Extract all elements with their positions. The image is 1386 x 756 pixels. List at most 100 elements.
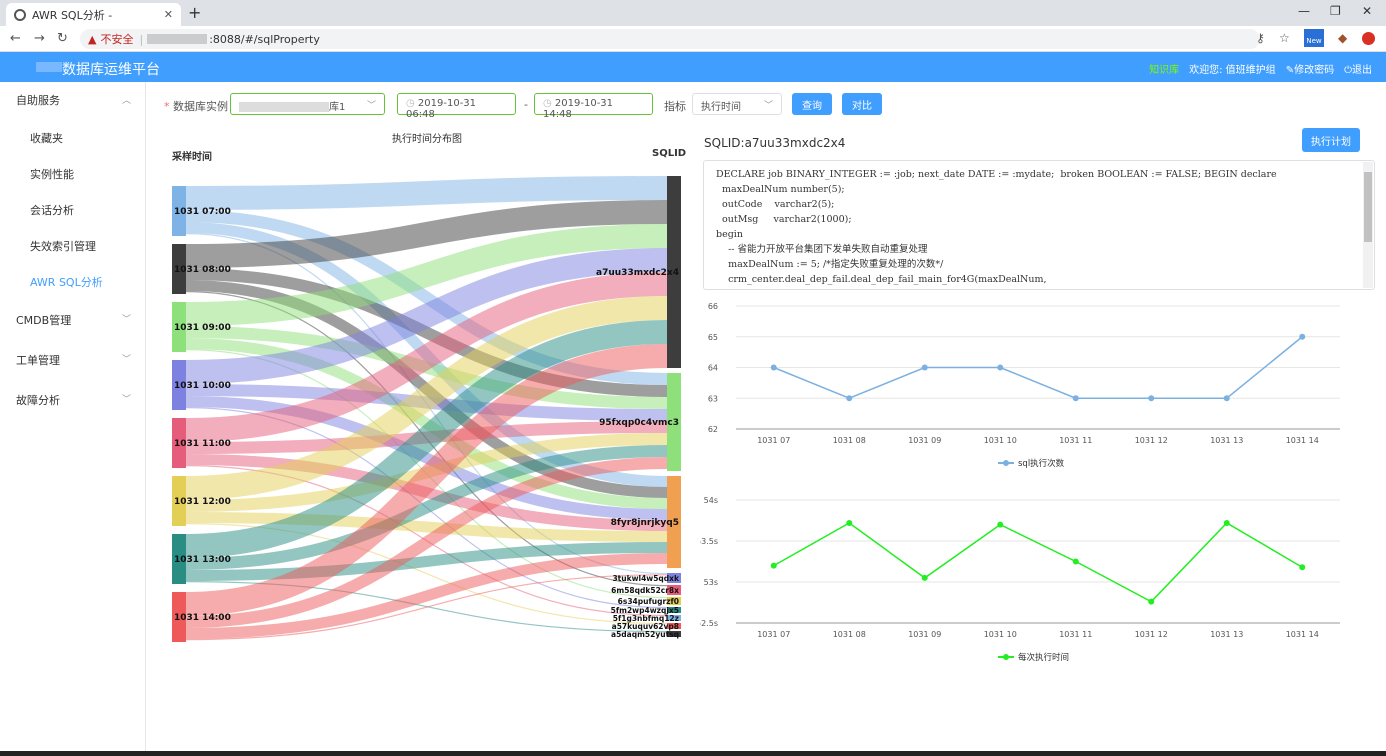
- instance-label: * 数据库实例: [164, 100, 228, 113]
- taskbar: [0, 751, 1386, 756]
- start-date-input[interactable]: ◷ 2019-10-31 06:48: [397, 93, 516, 120]
- power-icon: ⏻: [1344, 65, 1352, 76]
- compare-button[interactable]: 对比: [842, 93, 882, 115]
- star-icon[interactable]: ☆: [1279, 31, 1290, 45]
- x-tick-label: 1031 12: [1135, 436, 1168, 445]
- sidebar-item-instance-perf[interactable]: 实例性能: [30, 166, 74, 182]
- y-tick-label: 62: [708, 425, 718, 434]
- sidebar-item-invalid-index[interactable]: 失效索引管理: [30, 238, 96, 254]
- sankey-svg: 1031 07:00 1031 08:00 1031 09:00 1031 10:00…: [172, 176, 681, 642]
- sankey-source-label: 1031 14:00: [174, 613, 231, 623]
- url-path: :8088/#/sqlProperty: [209, 32, 320, 46]
- chevron-down-icon[interactable]: ﹀: [122, 352, 131, 365]
- minimize-icon[interactable]: —: [1298, 4, 1310, 18]
- back-icon[interactable]: ←: [10, 31, 21, 46]
- metric-select[interactable]: 执行时间 ﹀: [692, 93, 782, 115]
- sidebar-group-self-service[interactable]: 自助服务: [16, 92, 60, 108]
- x-tick-label: 1031 11: [1059, 630, 1092, 639]
- x-tick-label: 1031 07: [757, 436, 790, 445]
- query-button[interactable]: 查询: [792, 93, 832, 115]
- sankey-source-label: 1031 11:00: [174, 439, 231, 449]
- data-point[interactable]: [921, 574, 928, 581]
- sankey-source-label: 1031 09:00: [174, 323, 231, 333]
- sql-line: maxDealNum := 5; /*指定失败重复处理的次数*/: [716, 259, 944, 270]
- data-point[interactable]: [1148, 598, 1155, 605]
- y-tick-label: 53s: [704, 578, 718, 587]
- sql-line: -- 省能力开放平台集团下发单失败自动重复处理: [716, 244, 928, 255]
- end-date-input[interactable]: ◷ 2019-10-31 14:48: [534, 93, 653, 120]
- sankey-target-label: 6m58qdk52cr8x: [611, 586, 679, 595]
- metric-value: 执行时间: [701, 102, 741, 113]
- y-tick-label: 54s: [704, 496, 718, 505]
- chevron-up-icon[interactable]: ︿: [122, 93, 131, 106]
- warning-icon: ▲: [88, 32, 97, 46]
- y-tick-label: 63: [708, 394, 718, 403]
- data-point[interactable]: [1148, 395, 1155, 402]
- blurred-host: [147, 34, 208, 44]
- scrollbar[interactable]: [1363, 162, 1373, 288]
- data-point[interactable]: [770, 562, 777, 569]
- window-close-icon[interactable]: ✕: [1362, 4, 1372, 18]
- sidebar-item-session[interactable]: 会话分析: [30, 202, 74, 218]
- exec-time-chart: 52.5s 53s 53.5s 54s 1031 07 1031 08 1031 09 103…: [700, 496, 1340, 663]
- data-point[interactable]: [1223, 519, 1230, 526]
- forward-icon[interactable]: →: [34, 31, 45, 46]
- sidebar-item-favorites[interactable]: 收藏夹: [30, 130, 63, 146]
- new-tab-icon[interactable]: +: [188, 3, 201, 22]
- legend-label[interactable]: 每次执行时间: [1018, 652, 1069, 663]
- legend-label[interactable]: sql执行次数: [1018, 458, 1065, 469]
- logout-link[interactable]: ⏻退出: [1344, 61, 1372, 76]
- sankey-source-label: 1031 12:00: [174, 497, 231, 507]
- sql-text-area[interactable]: DECLARE job BINARY_INTEGER := :job; next…: [703, 160, 1375, 290]
- sankey-target-label: a5daqm52yutsq: [611, 630, 679, 639]
- data-point[interactable]: [846, 519, 853, 526]
- x-tick-label: 1031 12: [1135, 630, 1168, 639]
- x-tick-label: 1031 13: [1210, 630, 1243, 639]
- data-point[interactable]: [1223, 395, 1230, 402]
- y-tick-label: 65: [708, 333, 718, 342]
- data-point[interactable]: [1072, 395, 1079, 402]
- data-point[interactable]: [1299, 564, 1306, 571]
- close-icon[interactable]: ✕: [164, 8, 173, 21]
- chevron-down-icon[interactable]: ﹀: [122, 312, 131, 325]
- chevron-down-icon: ﹀: [366, 101, 376, 111]
- sql-line: DECLARE job BINARY_INTEGER := :job; next…: [716, 169, 1277, 180]
- sidebar-group-cmdb[interactable]: CMDB管理: [16, 312, 71, 328]
- reload-icon[interactable]: ↻: [57, 31, 68, 46]
- data-point[interactable]: [997, 521, 1004, 528]
- sidebar-item-awr-sql[interactable]: AWR SQL分析: [30, 274, 103, 290]
- data-point[interactable]: [846, 395, 853, 402]
- sidebar-group-fault[interactable]: 故障分析: [16, 392, 60, 408]
- y-tick-label: 52.5s: [700, 619, 718, 628]
- sankey-target-label: 95fxqp0c4vmc3: [599, 418, 679, 428]
- scrollbar-thumb[interactable]: [1364, 172, 1372, 242]
- metric-label: 指标: [664, 100, 686, 113]
- instance-select[interactable]: 库1 ﹀: [230, 93, 385, 115]
- extension-icon[interactable]: ◆: [1338, 31, 1347, 45]
- data-point[interactable]: [921, 364, 928, 371]
- x-tick-label: 1031 08: [833, 630, 866, 639]
- x-tick-label: 1031 14: [1286, 630, 1319, 639]
- change-password-link[interactable]: ✎修改密码: [1286, 61, 1334, 76]
- maximize-icon[interactable]: ❐: [1330, 4, 1341, 18]
- insecure-label: 不安全: [100, 33, 134, 46]
- execution-plan-button[interactable]: 执行计划: [1302, 128, 1360, 152]
- browser-tab[interactable]: AWR SQL分析 - ✕: [6, 3, 181, 26]
- new-extension-icon[interactable]: New: [1304, 29, 1324, 47]
- blurred-instance: [239, 102, 329, 112]
- address-bar: ← → ↻ ▲ 不安全 | :8088/#/sqlProperty ⚷ ☆ Ne…: [0, 26, 1386, 52]
- knowledge-link[interactable]: 知识库: [1149, 61, 1179, 76]
- url-input[interactable]: ▲ 不安全 | :8088/#/sqlProperty: [80, 29, 1260, 49]
- app-header: 数据库运维平台 知识库 欢迎您: 值班维护组 ✎修改密码 ⏻退出: [0, 52, 1386, 82]
- data-point[interactable]: [997, 364, 1004, 371]
- chevron-down-icon[interactable]: ﹀: [122, 392, 131, 405]
- data-point[interactable]: [1299, 333, 1306, 340]
- sidebar-group-workorder[interactable]: 工单管理: [16, 352, 60, 368]
- globe-icon: [14, 8, 26, 21]
- sidebar: 自助服务 ︿ 收藏夹 实例性能 会话分析 失效索引管理 AWR SQL分析 CM…: [0, 82, 146, 752]
- sql-line: outCode varchar2(5);: [716, 199, 835, 210]
- adblock-icon[interactable]: [1362, 32, 1375, 45]
- data-point[interactable]: [1072, 558, 1079, 565]
- data-point[interactable]: [770, 364, 777, 371]
- key-icon[interactable]: ⚷: [1256, 31, 1265, 45]
